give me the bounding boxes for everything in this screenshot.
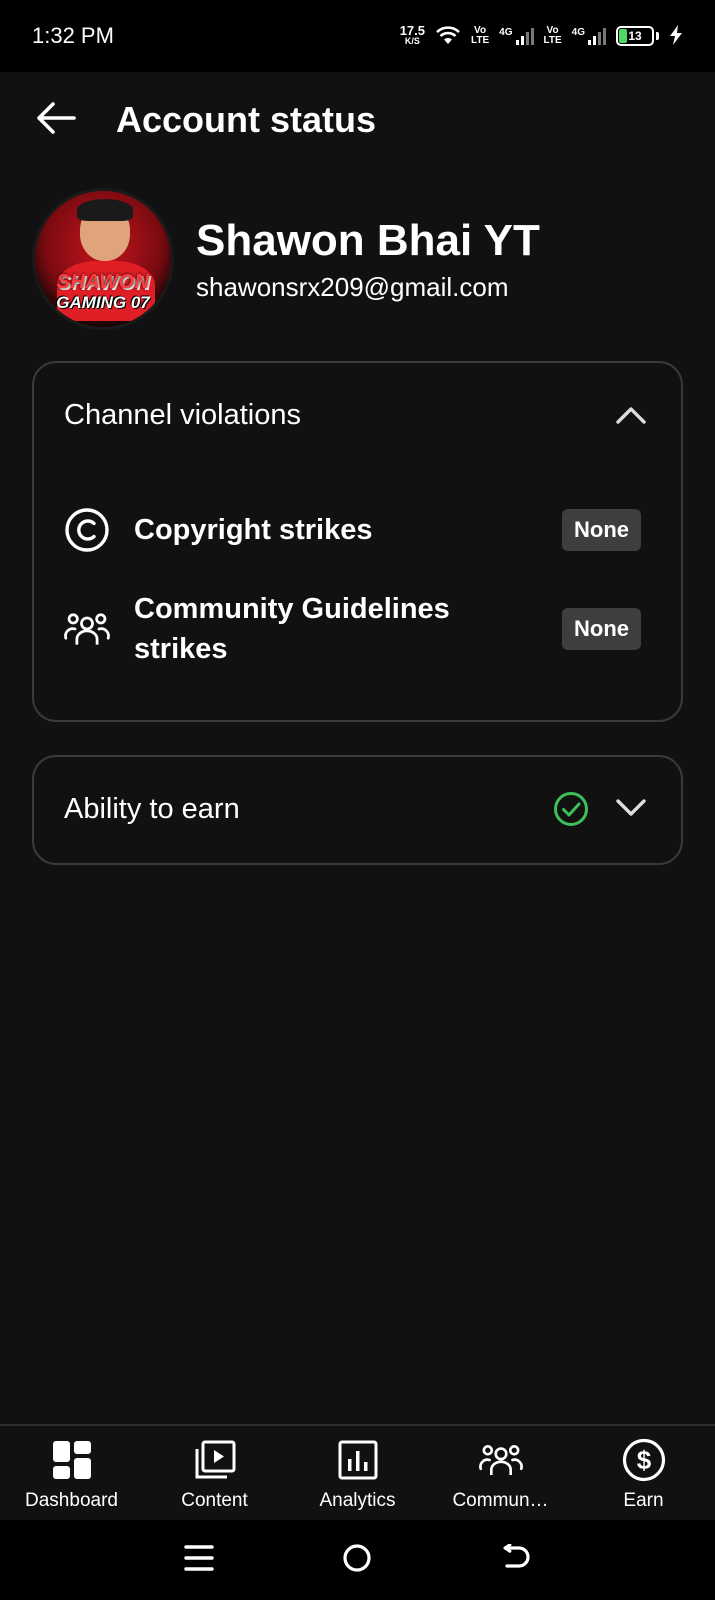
copyright-strikes-row: Copyright strikes None — [64, 507, 641, 553]
home-icon — [342, 1543, 372, 1578]
battery-icon: 13 — [616, 26, 654, 46]
nav-analytics[interactable]: Analytics — [286, 1426, 429, 1520]
home-button[interactable] — [327, 1530, 387, 1590]
avatar-text-bottom: GAMING 07 — [56, 293, 150, 312]
network-speed-unit: K/S — [404, 36, 420, 46]
menu-icon — [184, 1544, 214, 1577]
page-title: Account status — [116, 99, 377, 140]
check-circle-icon — [553, 791, 589, 832]
content-icon — [193, 1438, 237, 1482]
nav-content[interactable]: Content — [143, 1426, 286, 1520]
nav-community-label: Commun… — [452, 1490, 549, 1511]
volte-bottom-2: LTE — [543, 35, 562, 46]
network-type-1: 4G — [499, 27, 513, 38]
copyright-strikes-label: Copyright strikes — [134, 514, 373, 546]
status-bar: 1:32 PM 17.5 K/S Vo LTE 4G Vo LTE 4G 13 — [0, 0, 715, 72]
analytics-icon — [336, 1438, 380, 1482]
screen: 1:32 PM 17.5 K/S Vo LTE 4G Vo LTE 4G 13 … — [0, 0, 715, 1600]
recent-apps-button[interactable] — [169, 1530, 229, 1590]
avatar: SHAWON GAMING 07 — [32, 188, 174, 330]
dollar-icon: $ — [622, 1438, 666, 1482]
channel-profile: SHAWON GAMING 07 Shawon Bhai YT shawonsr… — [32, 188, 540, 330]
community-strikes-label: Community Guidelines strikes — [134, 593, 450, 665]
avatar-hair — [77, 199, 133, 221]
expand-button[interactable] — [611, 789, 651, 829]
collapse-button[interactable] — [611, 397, 651, 437]
community-strikes-status-badge: None — [562, 608, 641, 650]
community-icon — [64, 606, 110, 652]
network-type-2: 4G — [571, 27, 585, 38]
channel-violations-title[interactable]: Channel violations — [64, 399, 301, 432]
system-navigation-bar — [0, 1520, 715, 1600]
avatar-text-top: SHAWON — [56, 271, 150, 293]
network-speed: 17.5 K/S — [399, 23, 425, 47]
wifi-icon — [435, 25, 461, 48]
nav-earn-label: Earn — [623, 1490, 664, 1511]
profile-text: Shawon Bhai YT shawonsrx209@gmail.com — [196, 216, 540, 303]
channel-name: Shawon Bhai YT — [196, 215, 540, 265]
nav-content-label: Content — [181, 1490, 248, 1511]
community-icon — [478, 1438, 523, 1482]
nav-analytics-label: Analytics — [319, 1490, 396, 1511]
battery-level: 13 — [628, 29, 642, 43]
nav-earn[interactable]: $ Earn — [572, 1426, 715, 1520]
nav-dashboard[interactable]: Dashboard — [0, 1426, 143, 1520]
channel-email: shawonsrx209@gmail.com — [196, 271, 509, 302]
app-header: Account status — [0, 72, 715, 168]
signal-icon: 4G — [572, 27, 606, 45]
chevron-up-icon — [615, 405, 647, 430]
chevron-down-icon — [615, 797, 647, 822]
channel-violations-card: Channel violations Copyright strikes Non… — [32, 361, 683, 722]
dashboard-icon — [50, 1438, 94, 1482]
copyright-icon — [64, 507, 110, 553]
status-time: 1:32 PM — [32, 23, 114, 48]
ability-to-earn-title: Ability to earn — [64, 793, 240, 825]
signal-icon: 4G — [499, 27, 534, 45]
volte-bottom-1: LTE — [471, 35, 490, 46]
svg-text:$: $ — [636, 1445, 651, 1475]
back-icon — [501, 1542, 531, 1577]
status-icons: 17.5 K/S Vo LTE 4G Vo LTE 4G 13 — [399, 23, 683, 48]
network-speed-value: 17.5 — [399, 23, 425, 38]
arrow-left-icon — [36, 101, 76, 140]
ability-to-earn-card[interactable]: Ability to earn — [32, 755, 683, 865]
volte-indicator-1: Vo LTE — [471, 26, 489, 46]
nav-community[interactable]: Commun… — [429, 1426, 572, 1520]
system-back-button[interactable] — [486, 1530, 546, 1590]
bottom-navigation: Dashboard Content Analytics Commun… $ Ea… — [0, 1424, 715, 1520]
nav-dashboard-label: Dashboard — [25, 1490, 118, 1511]
charging-icon — [669, 24, 683, 48]
battery-tip — [656, 32, 659, 40]
volte-indicator-2: Vo LTE — [544, 26, 562, 46]
community-strikes-row: Community Guidelines strikes None — [64, 589, 641, 669]
copyright-strikes-status-badge: None — [562, 509, 641, 551]
back-button[interactable] — [24, 88, 88, 152]
